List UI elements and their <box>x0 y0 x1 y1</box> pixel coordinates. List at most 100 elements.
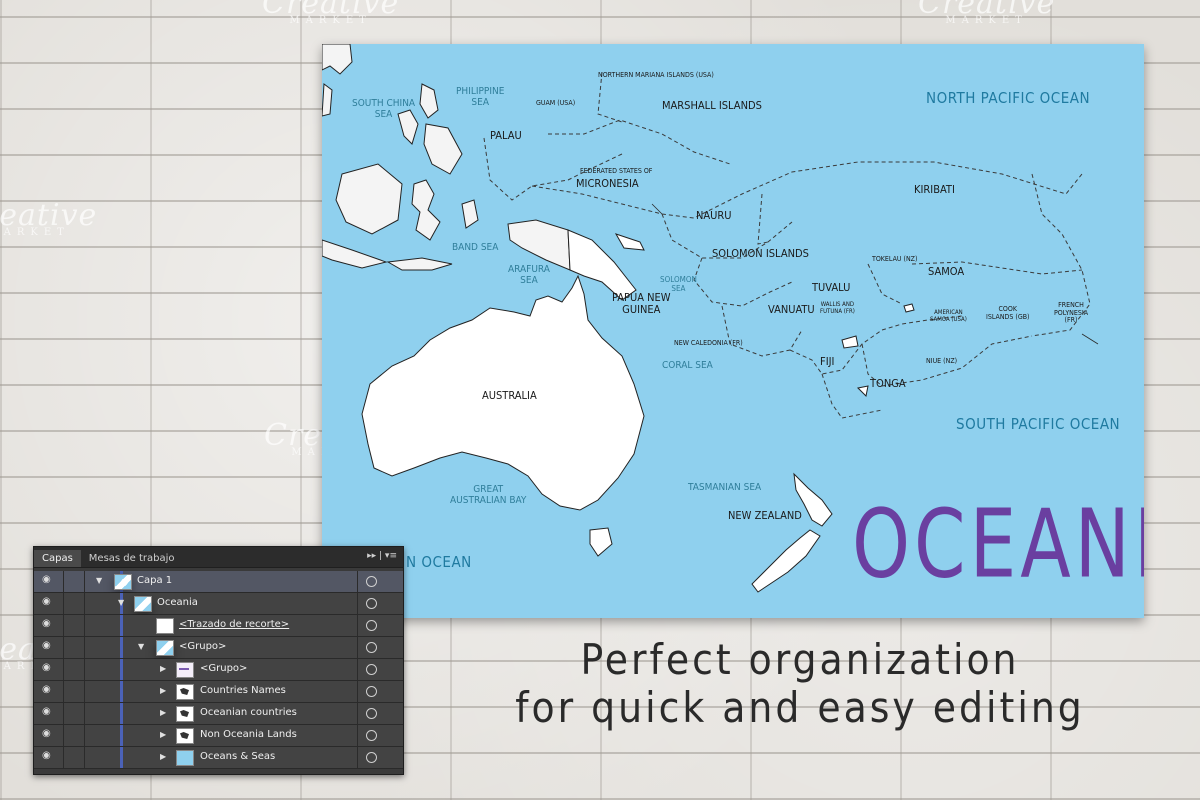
label-australia: AUSTRALIA <box>482 389 537 402</box>
label-french-polynesia: FRENCH POLYNESIA (FR) <box>1054 301 1089 325</box>
label-new-caledonia: NEW CALEDONIA (FR) <box>674 339 743 347</box>
layer-row[interactable]: ◉ ▼ <Grupo> <box>34 637 403 659</box>
map-title: OCEANIA <box>852 490 1144 600</box>
eye-icon[interactable]: ◉ <box>42 641 54 651</box>
layer-row[interactable]: ◉ ▼ Oceania <box>34 593 403 615</box>
tagline-line-2: for quick and easy editing <box>515 683 1085 733</box>
layer-name[interactable]: <Trazado de recorte> <box>179 619 289 630</box>
label-wallis-futuna: WALLIS AND FUTUNA (FR) <box>820 301 855 315</box>
land-tasmania <box>589 527 613 557</box>
label-micronesia-prefix: FEDERATED STATES OF <box>580 167 653 175</box>
label-arafura-sea: ARAFURA SEA <box>508 264 550 286</box>
layer-row[interactable]: ◉ ▶ Oceans & Seas <box>34 747 403 769</box>
label-guam: GUAM (USA) <box>536 99 576 107</box>
panel-menu-icon[interactable]: ▸▸ | ▾≡ <box>367 551 397 561</box>
layer-name[interactable]: Countries Names <box>200 685 286 696</box>
layer-name[interactable]: Oceans & Seas <box>200 751 275 762</box>
panel-tab-bar: Capas Mesas de trabajo ▸▸ | ▾≡ <box>34 547 403 568</box>
target-circle-icon[interactable] <box>366 708 377 719</box>
label-band-sea: BAND SEA <box>452 242 499 253</box>
label-vanuatu: VANUATU <box>768 303 815 316</box>
layer-thumbnail <box>156 640 174 656</box>
eye-icon[interactable]: ◉ <box>42 575 54 585</box>
layer-thumbnail <box>176 684 194 700</box>
label-american-samoa: AMERICAN SAMOA (USA) <box>930 309 967 323</box>
eye-icon[interactable]: ◉ <box>42 685 54 695</box>
disclosure-triangle-icon[interactable]: ▶ <box>160 708 166 717</box>
disclosure-triangle-icon[interactable]: ▼ <box>138 642 144 651</box>
label-philippine-sea: PHILIPPINE SEA <box>456 86 505 108</box>
layer-thumbnail <box>176 662 194 678</box>
eye-icon[interactable]: ◉ <box>42 729 54 739</box>
disclosure-triangle-icon[interactable]: ▶ <box>160 686 166 695</box>
target-circle-icon[interactable] <box>366 576 377 587</box>
label-samoa: SAMOA <box>928 265 965 278</box>
label-fiji: FIJI <box>820 355 835 368</box>
disclosure-triangle-icon[interactable]: ▶ <box>160 730 166 739</box>
layer-row[interactable]: ◉ ▶ <Grupo> <box>34 659 403 681</box>
eye-icon[interactable]: ◉ <box>42 597 54 607</box>
label-kiribati: KIRIBATI <box>914 183 955 196</box>
layer-name[interactable]: <Grupo> <box>200 663 247 674</box>
label-north-pacific-ocean: NORTH PACIFIC OCEAN <box>926 89 1091 107</box>
label-tasmanian-sea: TASMANIAN SEA <box>688 482 762 493</box>
tab-layers[interactable]: Capas <box>34 550 81 567</box>
label-solomon-islands: SOLOMON ISLANDS <box>712 247 809 260</box>
layer-row[interactable]: ◉ ▼ Capa 1 <box>34 571 403 593</box>
layer-row[interactable]: ◉ <Trazado de recorte> <box>34 615 403 637</box>
label-new-zealand: NEW ZEALAND <box>728 509 802 522</box>
label-tuvalu: TUVALU <box>812 281 851 294</box>
label-coral-sea: CORAL SEA <box>662 360 713 371</box>
label-south-china-sea: SOUTH CHINA SEA <box>352 98 416 120</box>
land-west-papua <box>507 219 571 271</box>
label-solomon-sea: SOLOMON SEA <box>660 275 697 293</box>
eye-icon[interactable]: ◉ <box>42 707 54 717</box>
label-marshall-islands: MARSHALL ISLANDS <box>662 99 762 112</box>
label-tokelau: TOKELAU (NZ) <box>872 255 918 263</box>
label-cook-islands: COOK ISLANDS (GB) <box>986 305 1030 321</box>
tagline: Perfect organization for quick and easy … <box>470 635 1130 733</box>
land-sulawesi <box>411 179 441 241</box>
layer-name[interactable]: Oceanian countries <box>200 707 297 718</box>
label-nauru: NAURU <box>696 209 732 222</box>
layer-name[interactable]: Non Oceania Lands <box>200 729 297 740</box>
target-circle-icon[interactable] <box>366 752 377 763</box>
layer-thumbnail <box>176 750 194 766</box>
land-nz-south <box>751 529 821 593</box>
layer-name[interactable]: <Grupo> <box>179 641 226 652</box>
layer-name[interactable]: Capa 1 <box>137 575 172 586</box>
layer-thumbnail <box>176 706 194 722</box>
tagline-line-1: Perfect organization <box>580 635 1020 684</box>
oceania-map: AUSTRALIA PAPUA NEW GUINEA PALAU MARSHAL… <box>322 44 1144 618</box>
label-indian-ocean: N OCEAN <box>406 553 472 571</box>
layer-row[interactable]: ◉ ▶ Oceanian countries <box>34 703 403 725</box>
disclosure-triangle-icon[interactable]: ▶ <box>160 664 166 673</box>
target-circle-icon[interactable] <box>366 730 377 741</box>
layer-thumbnail <box>114 574 132 590</box>
label-south-pacific-ocean: SOUTH PACIFIC OCEAN <box>956 415 1121 433</box>
land-mainland-asia <box>322 44 353 75</box>
label-tonga: TONGA <box>870 377 906 390</box>
target-circle-icon[interactable] <box>366 598 377 609</box>
disclosure-triangle-icon[interactable]: ▼ <box>118 598 124 607</box>
layer-thumbnail <box>176 728 194 744</box>
label-papua-new-guinea: PAPUA NEW GUINEA <box>612 291 671 317</box>
eye-icon[interactable]: ◉ <box>42 751 54 761</box>
target-circle-icon[interactable] <box>366 620 377 631</box>
label-micronesia: MICRONESIA <box>576 177 639 190</box>
target-circle-icon[interactable] <box>366 686 377 697</box>
target-circle-icon[interactable] <box>366 664 377 675</box>
label-northern-mariana: NORTHERN MARIANA ISLANDS (USA) <box>598 71 714 79</box>
layer-name[interactable]: Oceania <box>157 597 198 608</box>
eye-icon[interactable]: ◉ <box>42 619 54 629</box>
label-niue: NIUE (NZ) <box>926 357 958 365</box>
label-palau: PALAU <box>490 129 522 142</box>
target-circle-icon[interactable] <box>366 642 377 653</box>
disclosure-triangle-icon[interactable]: ▶ <box>160 752 166 761</box>
eye-icon[interactable]: ◉ <box>42 663 54 673</box>
label-great-australian-bay: GREAT AUSTRALIAN BAY <box>450 484 527 506</box>
layer-row[interactable]: ◉ ▶ Countries Names <box>34 681 403 703</box>
tab-artboards[interactable]: Mesas de trabajo <box>81 550 183 567</box>
layer-row[interactable]: ◉ ▶ Non Oceania Lands <box>34 725 403 747</box>
disclosure-triangle-icon[interactable]: ▼ <box>96 576 102 585</box>
